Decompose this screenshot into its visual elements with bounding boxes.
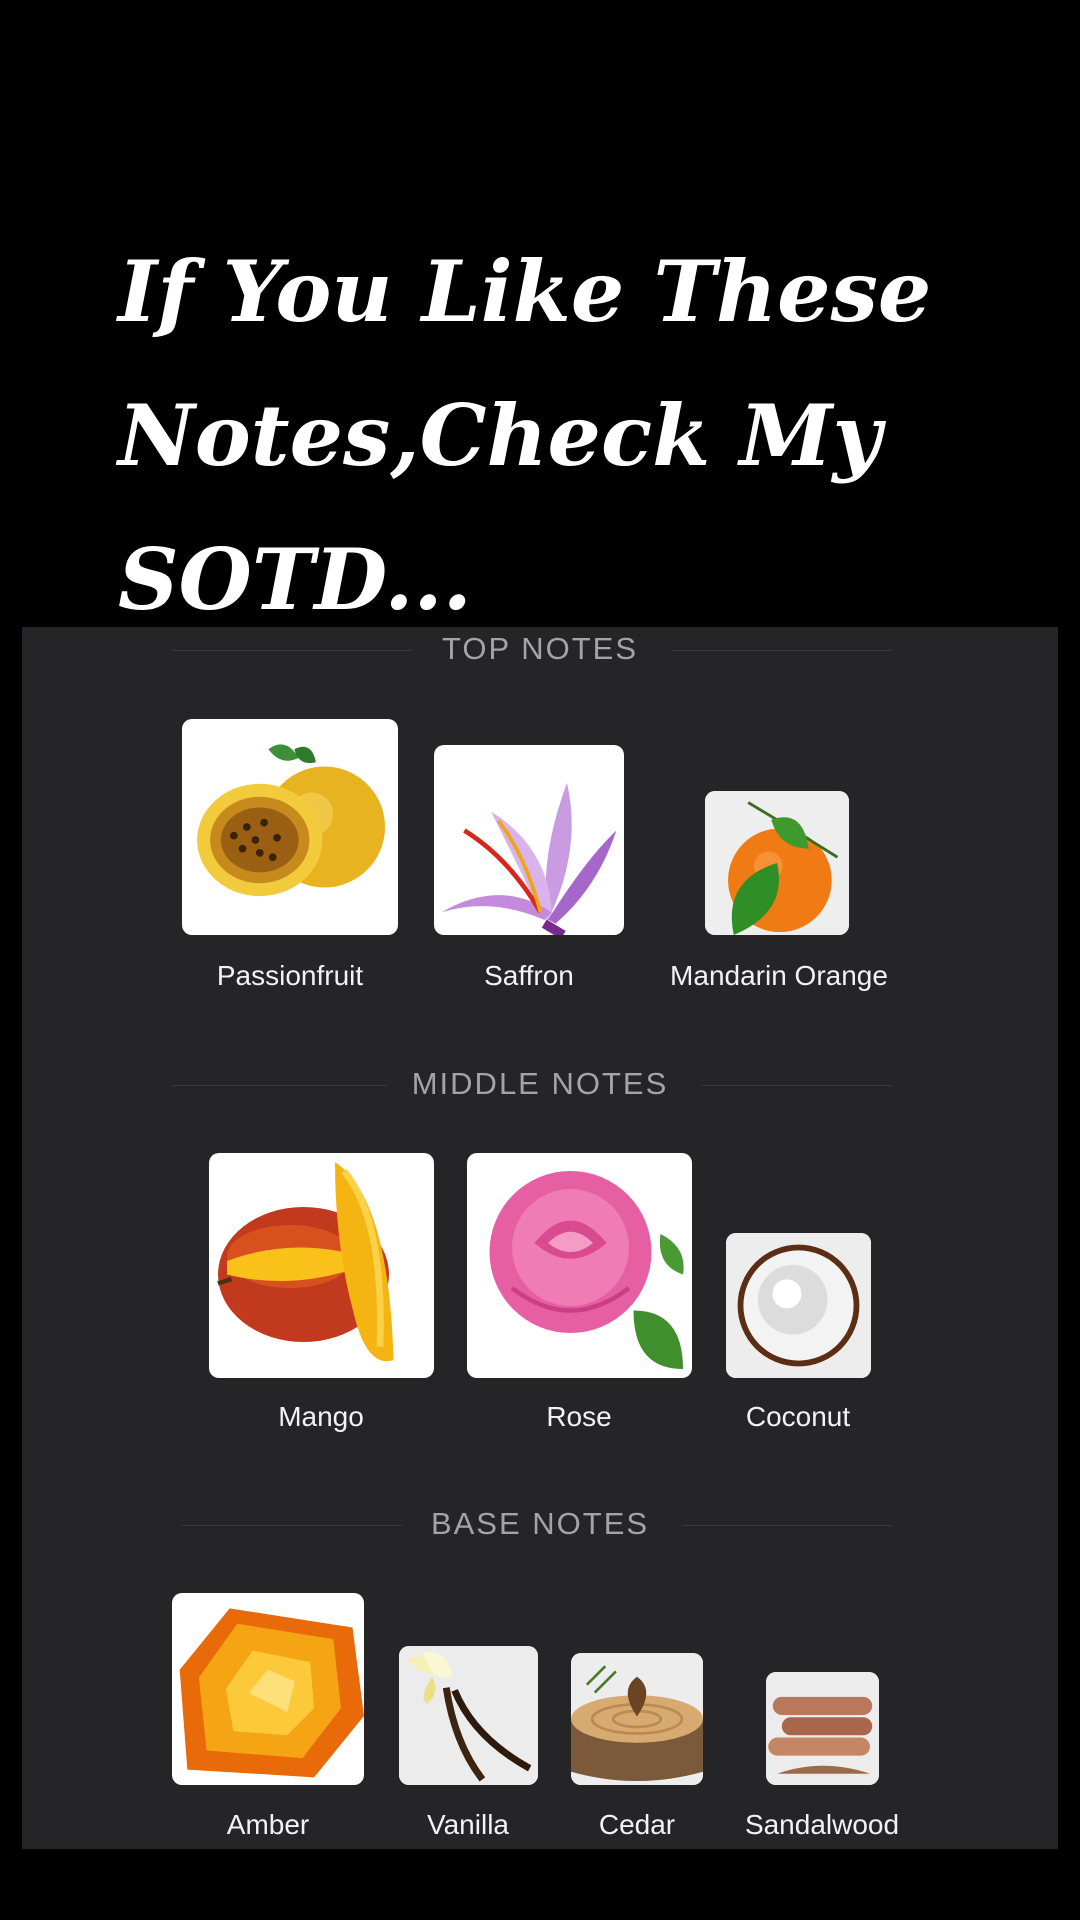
- sandalwood-icon[interactable]: [766, 1672, 879, 1785]
- note-label-cedar: Cedar: [598, 1809, 676, 1840]
- amber-icon[interactable]: [172, 1593, 364, 1785]
- vanilla-icon[interactable]: [399, 1646, 538, 1785]
- rose-icon[interactable]: [467, 1153, 692, 1378]
- note-label-sandalwood: Sandalwood: [744, 1809, 900, 1840]
- caption-line-2: Notes,Check My: [118, 386, 882, 485]
- caption-line-1: If You Like These: [118, 242, 932, 341]
- note-label-coconut: Coconut: [745, 1401, 851, 1432]
- bottom-bar: [0, 1849, 1080, 1920]
- note-label-vanilla: Vanilla: [427, 1809, 509, 1840]
- note-label-passionfruit: Passionfruit: [216, 960, 364, 991]
- saffron-flower-icon[interactable]: [434, 745, 624, 935]
- mandarin-orange-icon[interactable]: [705, 791, 849, 935]
- note-label-mango: Mango: [278, 1401, 364, 1432]
- note-label-rose: Rose: [546, 1401, 612, 1432]
- base-notes-title: BASE NOTES: [430, 1506, 650, 1541]
- top-notes-title: TOP NOTES: [441, 631, 638, 666]
- note-label-saffron: Saffron: [484, 960, 574, 991]
- mango-icon[interactable]: [209, 1153, 434, 1378]
- video-caption: If You Like These Notes,Check My SOTD...: [118, 220, 1018, 652]
- coconut-icon[interactable]: [726, 1233, 871, 1378]
- notes-panel: TOP NOTES Passionfruit Saffron Mandarin …: [22, 627, 1058, 1849]
- cedar-icon[interactable]: [571, 1653, 703, 1785]
- middle-notes-title: MIDDLE NOTES: [411, 1066, 669, 1101]
- passionfruit-icon[interactable]: [182, 719, 398, 935]
- caption-line-3: SOTD...: [118, 530, 472, 629]
- note-label-mandarin-orange: Mandarin Orange: [670, 960, 888, 991]
- note-label-amber: Amber: [226, 1809, 310, 1840]
